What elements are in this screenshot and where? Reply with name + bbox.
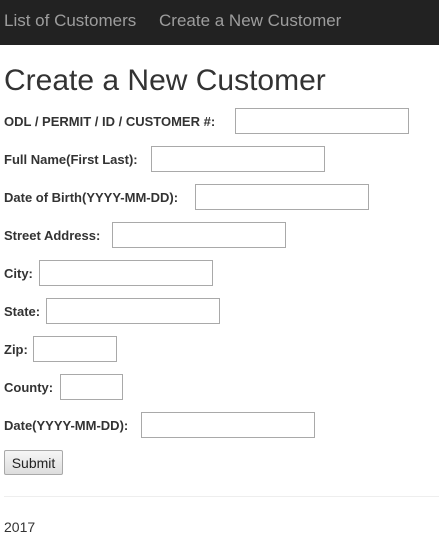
date-input[interactable] [141,412,315,438]
dob-input[interactable] [195,184,369,210]
footer-year: 2017 [4,519,36,535]
zip-label: Zip: [4,342,28,357]
nav-link-list-customers[interactable]: List of Customers [4,11,136,31]
page-title: Create a New Customer [4,64,326,97]
city-input[interactable] [39,260,213,286]
state-label: State: [4,304,41,319]
odl-label: ODL / PERMIT / ID / CUSTOMER #: [4,114,216,129]
zip-input[interactable] [33,336,117,362]
full-name-input[interactable] [151,146,325,172]
city-label: City: [4,266,33,281]
odl-input[interactable] [235,108,409,134]
date-label: Date(YYYY-MM-DD): [4,418,129,433]
submit-button[interactable]: Submit [4,450,63,475]
footer-divider [4,496,439,497]
nav-link-create-customer[interactable]: Create a New Customer [159,11,341,31]
full-name-label: Full Name(First Last): [4,152,138,167]
street-input[interactable] [112,222,286,248]
county-input[interactable] [60,374,123,400]
street-label: Street Address: [4,228,101,243]
state-input[interactable] [46,298,220,324]
county-label: County: [4,380,54,395]
dob-label: Date of Birth(YYYY-MM-DD): [4,190,179,205]
navbar: List of Customers Create a New Customer [0,0,439,45]
